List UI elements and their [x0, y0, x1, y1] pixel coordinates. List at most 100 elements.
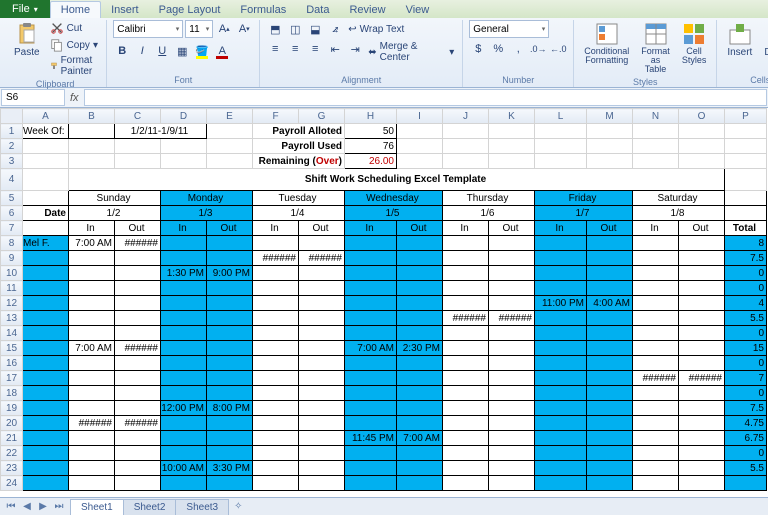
cell[interactable] — [253, 431, 299, 446]
align-left-button[interactable]: ≡ — [266, 40, 284, 58]
bold-button[interactable]: B — [113, 42, 131, 60]
cell[interactable] — [207, 139, 253, 154]
cell[interactable] — [535, 124, 587, 139]
cell[interactable] — [69, 296, 115, 311]
cell[interactable] — [535, 356, 587, 371]
cell[interactable] — [397, 446, 443, 461]
cell[interactable]: 8 — [725, 236, 767, 251]
cell[interactable] — [207, 154, 253, 169]
cell[interactable] — [253, 326, 299, 341]
cell[interactable] — [253, 416, 299, 431]
cell[interactable] — [587, 386, 633, 401]
sheet-tab[interactable]: Sheet1 — [70, 499, 124, 515]
cell[interactable] — [587, 281, 633, 296]
cell[interactable]: Out — [207, 221, 253, 236]
cell[interactable] — [23, 251, 69, 266]
cell[interactable] — [115, 311, 161, 326]
cell[interactable] — [587, 326, 633, 341]
day-header[interactable]: Saturday — [633, 191, 725, 206]
cell[interactable] — [489, 431, 535, 446]
number-format-select[interactable]: General▾ — [469, 20, 549, 38]
cell[interactable] — [443, 461, 489, 476]
cell[interactable]: In — [535, 221, 587, 236]
cell[interactable] — [679, 431, 725, 446]
cell[interactable] — [207, 326, 253, 341]
cell[interactable]: 26.00 — [345, 154, 397, 169]
font-name-select[interactable]: Calibri▾ — [113, 20, 183, 38]
col-header[interactable]: D — [161, 109, 207, 124]
cell[interactable] — [253, 311, 299, 326]
cell[interactable]: 4 — [725, 296, 767, 311]
cell[interactable]: 6.75 — [725, 431, 767, 446]
cell[interactable] — [725, 206, 767, 221]
cell[interactable] — [679, 341, 725, 356]
cell[interactable]: 1:30 PM — [161, 266, 207, 281]
cell[interactable] — [207, 386, 253, 401]
cell[interactable] — [161, 416, 207, 431]
align-right-button[interactable]: ≡ — [306, 40, 324, 58]
cell[interactable] — [299, 476, 345, 491]
row-header[interactable]: 23 — [1, 461, 23, 476]
row-header[interactable]: 24 — [1, 476, 23, 491]
cell[interactable] — [489, 341, 535, 356]
cell[interactable]: ###### — [69, 416, 115, 431]
cell[interactable] — [207, 296, 253, 311]
shrink-font-button[interactable]: A▾ — [235, 20, 253, 38]
cell[interactable] — [679, 416, 725, 431]
cell[interactable] — [345, 311, 397, 326]
cell[interactable] — [397, 281, 443, 296]
cell[interactable] — [299, 446, 345, 461]
cell[interactable] — [345, 266, 397, 281]
cell[interactable] — [299, 461, 345, 476]
cell[interactable] — [69, 461, 115, 476]
cell[interactable]: 11:00 PM — [535, 296, 587, 311]
col-header[interactable]: E — [207, 109, 253, 124]
cell[interactable] — [633, 476, 679, 491]
cell[interactable]: ###### — [443, 311, 489, 326]
cell[interactable]: ###### — [633, 371, 679, 386]
row-header[interactable]: 5 — [1, 191, 23, 206]
cell[interactable] — [69, 266, 115, 281]
date-cell[interactable]: 1/7 — [535, 206, 633, 221]
cell[interactable] — [161, 296, 207, 311]
cell[interactable] — [535, 326, 587, 341]
row-header[interactable]: 21 — [1, 431, 23, 446]
cell[interactable] — [299, 386, 345, 401]
cell[interactable] — [115, 251, 161, 266]
cell[interactable] — [397, 371, 443, 386]
cell[interactable] — [489, 139, 535, 154]
cell[interactable] — [253, 341, 299, 356]
cell[interactable] — [23, 461, 69, 476]
cell[interactable] — [535, 251, 587, 266]
cell[interactable] — [115, 326, 161, 341]
cell[interactable] — [725, 476, 767, 491]
cell[interactable] — [161, 236, 207, 251]
col-header[interactable]: K — [489, 109, 535, 124]
cell[interactable] — [679, 266, 725, 281]
tab-home[interactable]: Home — [50, 1, 101, 18]
cell[interactable]: 12:00 PM — [161, 401, 207, 416]
cell[interactable]: Week Of: — [23, 124, 69, 139]
cell[interactable] — [161, 139, 207, 154]
cell[interactable] — [397, 416, 443, 431]
cell[interactable] — [207, 311, 253, 326]
cell[interactable] — [725, 154, 767, 169]
format-as-table-button[interactable]: Format as Table — [637, 20, 674, 76]
cell[interactable] — [207, 476, 253, 491]
wrap-text-button[interactable]: ↩Wrap Text — [346, 20, 416, 38]
orientation-button[interactable]: ⦨ — [326, 20, 344, 38]
cell[interactable] — [725, 139, 767, 154]
cell[interactable] — [115, 371, 161, 386]
cell[interactable] — [161, 341, 207, 356]
font-color-button[interactable]: A — [213, 42, 231, 60]
sheet-tab[interactable]: Sheet3 — [175, 499, 229, 515]
cell[interactable] — [443, 476, 489, 491]
select-all-corner[interactable] — [1, 109, 23, 124]
row-header[interactable]: 6 — [1, 206, 23, 221]
col-header[interactable]: F — [253, 109, 299, 124]
cell[interactable] — [253, 236, 299, 251]
cell[interactable] — [253, 386, 299, 401]
cell[interactable] — [633, 236, 679, 251]
cell[interactable] — [633, 356, 679, 371]
cell[interactable] — [115, 386, 161, 401]
